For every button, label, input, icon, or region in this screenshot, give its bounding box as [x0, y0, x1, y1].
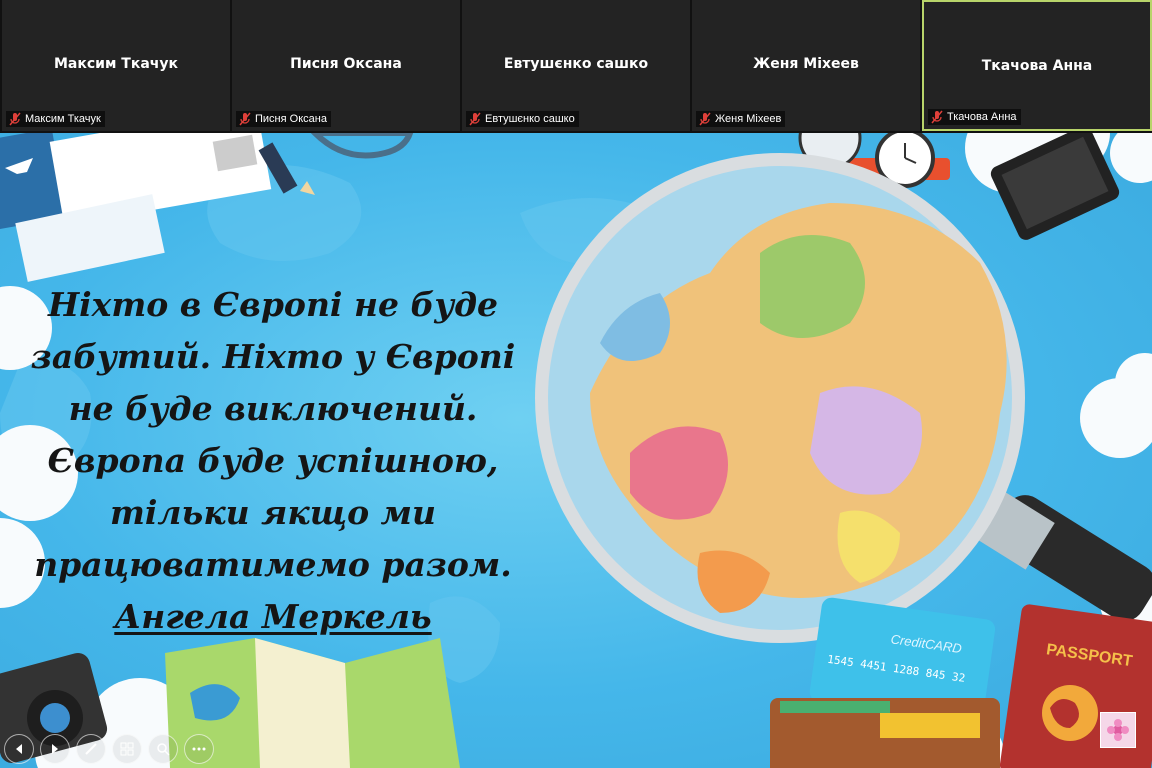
participant-label: Евтушєнко сашко — [466, 111, 579, 127]
shared-slide: CreditCARD 1545 4451 1288 845 32 PASSPOR… — [0, 133, 1152, 768]
previous-slide-icon — [16, 744, 22, 754]
participant-tile[interactable]: Евтушєнко сашко Евтушєнко сашко — [462, 0, 690, 131]
more-options-button[interactable] — [184, 734, 214, 764]
slideshow-controls — [4, 734, 214, 764]
participant-tile[interactable]: Максим Ткачук Максим Ткачук — [2, 0, 230, 131]
participant-label-text: Ткачова Анна — [947, 111, 1017, 123]
participant-strip: Максим Ткачук Максим Ткачук Писня Оксана… — [0, 0, 1152, 133]
participant-name: Максим Ткачук — [53, 56, 179, 72]
presenter-thumbnail[interactable] — [1100, 712, 1136, 748]
slides-grid-icon — [120, 742, 134, 756]
participant-label-text: Максим Ткачук — [25, 113, 101, 125]
participant-label-text: Писня Оксана — [255, 113, 327, 125]
mic-muted-icon — [699, 112, 711, 126]
wallet-illustration — [770, 698, 1000, 768]
participant-tile-active-speaker[interactable]: Ткачова Анна Ткачова Анна — [922, 0, 1152, 131]
slide-quote: Ніхто в Європі не буде забутий. Ніхто у … — [30, 279, 516, 643]
mic-muted-icon — [469, 112, 481, 126]
next-slide-icon — [52, 744, 58, 754]
next-slide-button[interactable] — [40, 734, 70, 764]
magnifier-europe-map-illustration — [535, 153, 1152, 643]
participant-label: Женя Міхеев — [696, 111, 786, 127]
sunglasses-illustration — [310, 133, 414, 159]
participant-label: Максим Ткачук — [6, 111, 105, 127]
zoom-icon — [157, 743, 170, 756]
participant-name: Ткачова Анна — [981, 58, 1093, 74]
mic-muted-icon — [239, 112, 251, 126]
participant-tile[interactable]: Женя Міхеев Женя Міхеев — [692, 0, 920, 131]
see-all-slides-button[interactable] — [112, 734, 142, 764]
participant-label-text: Евтушєнко сашко — [485, 113, 575, 125]
zoom-button[interactable] — [148, 734, 178, 764]
quote-text: Ніхто в Європі не буде забутий. Ніхто у … — [30, 285, 516, 584]
quote-author: Ангела Меркель — [114, 597, 432, 636]
mic-muted-icon — [931, 110, 943, 124]
participant-tile[interactable]: Писня Оксана Писня Оксана — [232, 0, 460, 131]
participant-name: Евтушєнко сашко — [503, 56, 649, 72]
pen-icon — [85, 743, 97, 755]
mic-muted-icon — [9, 112, 21, 126]
participant-label: Писня Оксана — [236, 111, 331, 127]
more-icon — [192, 747, 206, 751]
participant-name: Писня Оксана — [290, 56, 402, 72]
flower-logo-icon — [1107, 719, 1129, 741]
pen-tool-button[interactable] — [76, 734, 106, 764]
participant-label-text: Женя Міхеев — [715, 113, 782, 125]
participant-label: Ткачова Анна — [928, 109, 1021, 125]
participant-name: Женя Міхеев — [753, 56, 859, 72]
previous-slide-button[interactable] — [4, 734, 34, 764]
